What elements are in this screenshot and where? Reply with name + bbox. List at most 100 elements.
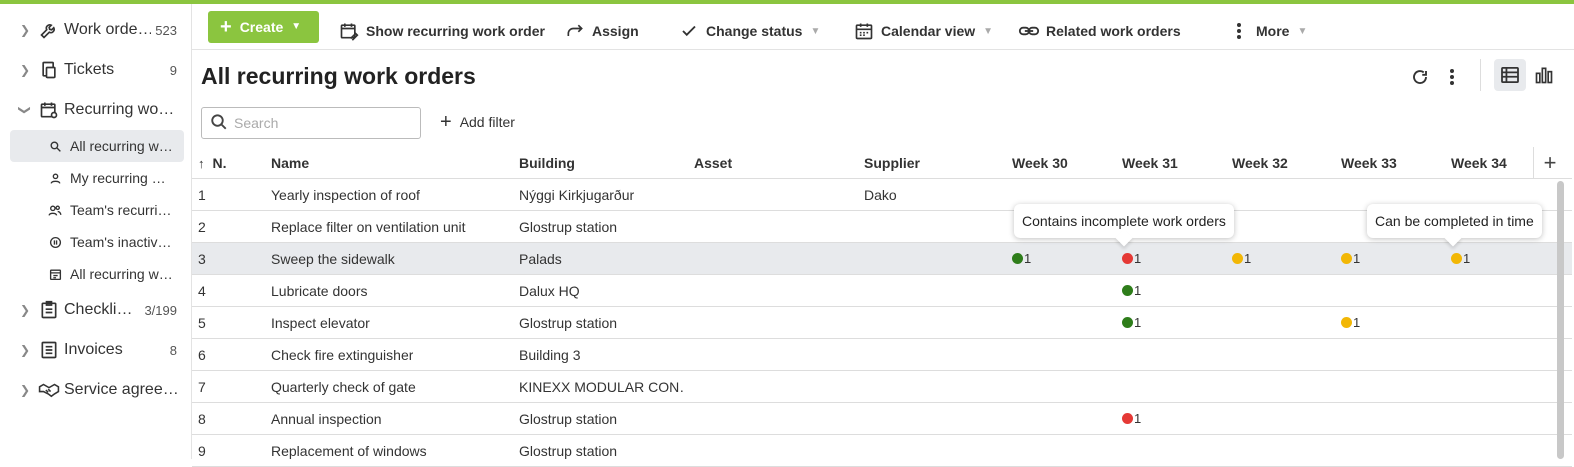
refresh-icon[interactable] xyxy=(1408,65,1432,89)
search-input[interactable] xyxy=(234,115,414,131)
related-work-orders-button[interactable]: Related work orders xyxy=(1018,15,1181,47)
sidebar-item-checklists[interactable]: ❯ Checkli… 3/199 xyxy=(0,290,191,330)
sidebar-item-service-agreements[interactable]: ❯ Service agree… xyxy=(0,370,191,410)
week-status[interactable]: 1 xyxy=(1122,315,1141,330)
sidebar-subitem-my-recurring[interactable]: My recurring … xyxy=(10,162,184,194)
table-row[interactable]: 5 Inspect elevator Glostrup station 1 1 xyxy=(192,307,1572,339)
week-status[interactable]: 1 xyxy=(1341,251,1360,266)
cell-building: Glostrup station xyxy=(519,410,618,427)
caret-down-icon: ▼ xyxy=(1297,25,1308,37)
sidebar-item-tickets[interactable]: ❯ Tickets 9 xyxy=(0,50,191,90)
assign-button[interactable]: Assign xyxy=(564,15,639,47)
sidebar-subitem-teams-inactive[interactable]: Team's inactiv… xyxy=(10,226,184,258)
sidebar-item-count: 523 xyxy=(155,22,177,38)
sidebar-item-recurring[interactable]: ❯ Recurring wo… xyxy=(0,90,191,130)
sidebar-subitem-label: All recurring w… xyxy=(70,138,173,154)
table-header: ↑ N. Name Building Asset Supplier Week 30… xyxy=(192,147,1572,179)
scrollbar[interactable] xyxy=(1557,181,1564,459)
column-header-week-31[interactable]: Week 31 xyxy=(1122,155,1178,171)
chevron-right-icon[interactable]: ❯ xyxy=(18,23,32,37)
column-header-name[interactable]: Name xyxy=(271,155,309,171)
status-dot-green xyxy=(1122,317,1133,328)
table-row[interactable]: 8 Annual inspection Glostrup station 1 xyxy=(192,403,1572,435)
sort-up-arrow-icon[interactable]: ↑ xyxy=(198,156,205,171)
table-row[interactable]: 4 Lubricate doors Dalux HQ 1 xyxy=(192,275,1572,307)
status-dot-green xyxy=(1122,285,1133,296)
week-status[interactable]: 1 xyxy=(1451,251,1470,266)
recurring-calendar-icon xyxy=(38,99,60,121)
chevron-right-icon[interactable]: ❯ xyxy=(18,303,32,317)
calendar-view-button[interactable]: Calendar view ▼ xyxy=(853,15,993,47)
more-options-icon[interactable] xyxy=(1440,65,1464,89)
column-header-n[interactable]: ↑ N. xyxy=(198,155,227,171)
column-header-week-30[interactable]: Week 30 xyxy=(1012,155,1068,171)
checkmark-icon xyxy=(678,20,700,42)
sidebar-item-count: 9 xyxy=(169,62,177,78)
more-label: More xyxy=(1256,23,1290,39)
status-dot-yellow xyxy=(1451,253,1462,264)
table-row[interactable]: 3 Sweep the sidewalk Palads 1 1 1 1 1 xyxy=(192,243,1572,275)
team-icon xyxy=(48,203,62,217)
sidebar-subitem-label: Team's inactiv… xyxy=(70,234,172,250)
cell-name: Quarterly check of gate xyxy=(271,378,416,395)
chart-view-icon[interactable] xyxy=(1532,63,1556,87)
page-title: All recurring work orders xyxy=(201,63,476,89)
sidebar-item-label: Checkli… xyxy=(64,301,133,318)
column-header-week-33[interactable]: Week 33 xyxy=(1341,155,1397,171)
sidebar-subitem-all-recurring-2[interactable]: All recurring w… xyxy=(10,258,184,290)
add-filter-button[interactable]: + Add filter xyxy=(440,112,515,132)
status-dot-yellow xyxy=(1232,253,1243,264)
cell-building: Glostrup station xyxy=(519,314,618,331)
search-field[interactable] xyxy=(201,107,421,139)
tooltip-text: Contains incomplete work orders xyxy=(1022,213,1226,229)
table-row[interactable]: 1 Yearly inspection of roof Nýggi Kirkjuga… xyxy=(192,179,1572,211)
sidebar-subitem-label: My recurring … xyxy=(70,170,166,186)
cell-number: 1 xyxy=(198,186,206,203)
show-recurring-button[interactable]: Show recurring work order xyxy=(338,15,545,47)
sidebar-subitem-teams-recurring[interactable]: Team's recurri… xyxy=(10,194,184,226)
handshake-icon xyxy=(38,379,60,401)
chevron-right-icon[interactable]: ❯ xyxy=(18,63,32,77)
sidebar-item-work-orders[interactable]: ❯ Work orde… 523 xyxy=(0,10,191,50)
table-row[interactable]: 2 Replace filter on ventilation unit Glost… xyxy=(192,211,1572,243)
week-status[interactable]: 1 xyxy=(1012,251,1031,266)
column-header-asset[interactable]: Asset xyxy=(694,155,732,171)
column-header-supplier[interactable]: Supplier xyxy=(864,155,920,171)
sidebar-subitem-all-recurring[interactable]: All recurring w… xyxy=(10,130,184,162)
create-button[interactable]: + Create ▼ xyxy=(208,10,319,43)
table-row[interactable]: 9 Replacement of windows Glostrup station xyxy=(192,435,1572,467)
list-view-icon[interactable] xyxy=(1494,59,1526,91)
tickets-icon xyxy=(38,59,60,81)
status-count: 1 xyxy=(1134,251,1142,266)
week-status[interactable]: 1 xyxy=(1122,411,1141,426)
table-row[interactable]: 7 Quarterly check of gate KINEXX MODULAR C… xyxy=(192,371,1572,403)
cell-name: Replacement of windows xyxy=(271,442,427,459)
forward-arrow-icon xyxy=(564,20,586,42)
week-status[interactable]: 1 xyxy=(1232,251,1251,266)
column-header-week-34[interactable]: Week 34 xyxy=(1451,155,1507,171)
cell-supplier: Dako xyxy=(864,186,897,203)
cell-building: KINEXX MODULAR CON… xyxy=(519,378,684,395)
more-button[interactable]: More ▼ xyxy=(1228,15,1307,47)
calendar-icon xyxy=(853,20,875,42)
week-status[interactable]: 1 xyxy=(1122,283,1141,298)
add-column-button[interactable]: + xyxy=(1533,147,1566,179)
sidebar-item-label: Recurring wo… xyxy=(64,101,175,118)
cell-building: Building 3 xyxy=(519,346,581,363)
chevron-right-icon[interactable]: ❯ xyxy=(18,343,32,357)
chevron-down-icon[interactable]: ❯ xyxy=(18,103,32,117)
week-status[interactable]: 1 xyxy=(1122,251,1141,266)
sidebar: ❯ Work orde… 523 ❯ Tickets 9 ❯ Recurring… xyxy=(0,4,192,459)
chevron-right-icon[interactable]: ❯ xyxy=(18,383,32,397)
change-status-button[interactable]: Change status ▼ xyxy=(678,15,820,47)
cell-number: 9 xyxy=(198,442,206,459)
sidebar-item-invoices[interactable]: ❯ Invoices 8 xyxy=(0,330,191,370)
cell-number: 4 xyxy=(198,282,206,299)
column-header-building[interactable]: Building xyxy=(519,155,684,171)
table-row[interactable]: 6 Check fire extinguisher Building 3 xyxy=(192,339,1572,371)
cell-number: 3 xyxy=(198,250,206,267)
caret-down-icon: ▼ xyxy=(291,21,302,32)
status-dot-yellow xyxy=(1341,253,1352,264)
column-header-week-32[interactable]: Week 32 xyxy=(1232,155,1288,171)
week-status[interactable]: 1 xyxy=(1341,315,1360,330)
